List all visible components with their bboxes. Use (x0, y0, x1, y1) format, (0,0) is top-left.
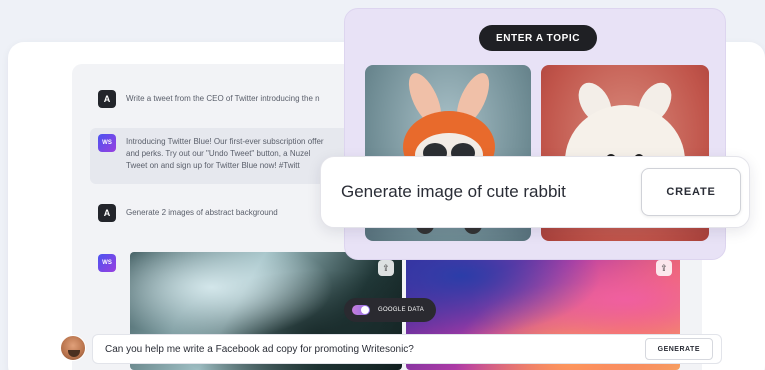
assistant-message: WS Introducing Twitter Blue! Our first-e… (98, 134, 324, 172)
create-button[interactable]: CREATE (641, 168, 741, 216)
message-text: Write a tweet from the CEO of Twitter in… (126, 94, 320, 103)
user-message: A Generate 2 images of abstract backgrou… (98, 204, 278, 222)
writesonic-logo-icon: WS (98, 254, 116, 272)
message-line: Tweet on and sign up for Twitter Blue no… (126, 161, 300, 170)
message-line: Introducing Twitter Blue! Our first-ever… (126, 137, 324, 146)
toggle-switch[interactable] (352, 305, 370, 315)
generate-prompt-input[interactable]: Generate image of cute rabbit (341, 182, 641, 202)
google-data-toggle[interactable]: GOOGLE DATA (344, 298, 436, 322)
user-avatar-letter: A (98, 204, 116, 222)
generate-button[interactable]: GENERATE (644, 338, 713, 360)
prompt-input[interactable]: Can you help me write a Facebook ad copy… (105, 344, 645, 355)
user-avatar-letter: A (98, 90, 116, 108)
generate-card: Generate image of cute rabbit CREATE (320, 156, 750, 228)
download-icon[interactable]: ⇪ (378, 260, 394, 276)
user-message: A Write a tweet from the CEO of Twitter … (98, 90, 320, 108)
message-line: and perks. Try out our "Undo Tweet" butt… (126, 149, 311, 158)
download-icon[interactable]: ⇪ (656, 260, 672, 276)
message-text: Generate 2 images of abstract background (126, 208, 278, 217)
message-text: Introducing Twitter Blue! Our first-ever… (126, 136, 324, 172)
assistant-message: WS (98, 254, 116, 272)
toggle-label: GOOGLE DATA (378, 307, 425, 313)
writesonic-logo-icon: WS (98, 134, 116, 152)
enter-topic-pill[interactable]: ENTER A TOPIC (479, 25, 597, 51)
avatar (60, 335, 86, 361)
prompt-bar: Can you help me write a Facebook ad copy… (92, 334, 722, 364)
